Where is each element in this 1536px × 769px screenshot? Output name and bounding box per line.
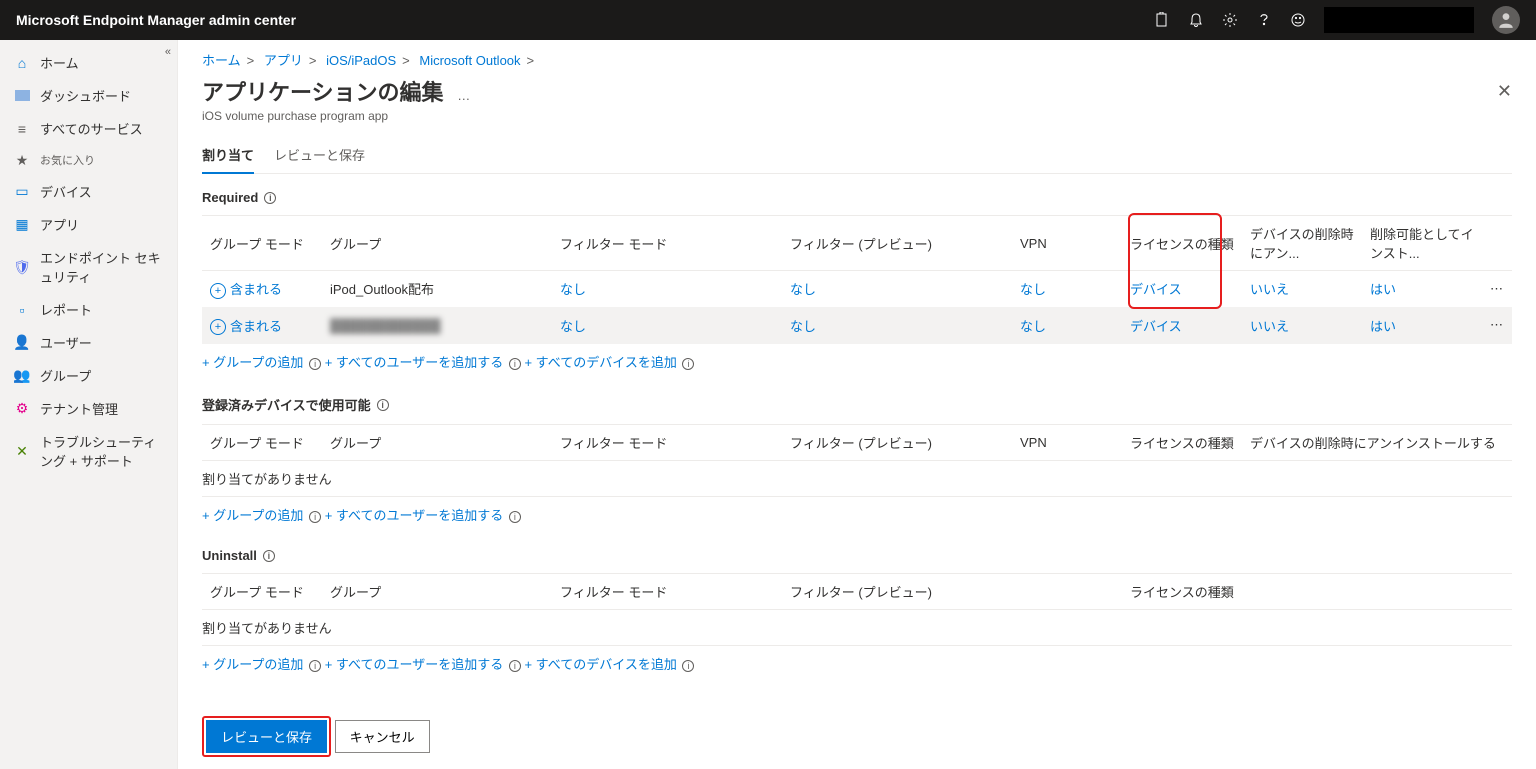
- breadcrumb-apps[interactable]: アプリ: [264, 53, 303, 68]
- topbar-actions: [1154, 6, 1520, 34]
- devices-icon: ▭: [14, 184, 30, 200]
- account-area[interactable]: [1324, 7, 1474, 33]
- sidebar-item-endpoint-security[interactable]: 🛡エンドポイント セキュリティ: [0, 241, 177, 293]
- section-required-title: Required i: [202, 190, 1512, 205]
- info-icon[interactable]: i: [264, 192, 276, 204]
- apps-icon: ▦: [14, 217, 30, 233]
- info-icon[interactable]: i: [509, 660, 521, 672]
- plus-circle-icon[interactable]: +: [210, 283, 226, 299]
- info-icon[interactable]: i: [309, 358, 321, 370]
- tenant-icon: ⚙: [14, 401, 30, 417]
- cancel-button[interactable]: キャンセル: [335, 720, 430, 753]
- tabs: 割り当て レビューと保存: [202, 137, 1512, 174]
- sidebar-item-apps[interactable]: ▦アプリ: [0, 208, 177, 241]
- breadcrumb-home[interactable]: ホーム: [202, 53, 241, 68]
- add-group-link[interactable]: + グループの追加: [202, 355, 303, 370]
- sidebar-item-devices[interactable]: ▭デバイス: [0, 175, 177, 208]
- breadcrumb-ios[interactable]: iOS/iPadOS: [326, 53, 396, 68]
- sidebar-item-users[interactable]: 👤ユーザー: [0, 326, 177, 359]
- info-icon[interactable]: i: [309, 511, 321, 523]
- breadcrumb: ホーム> アプリ> iOS/iPadOS> Microsoft Outlook>: [202, 50, 1512, 69]
- list-icon: ≡: [14, 121, 30, 137]
- section-available-title: 登録済みデバイスで使用可能 i: [202, 395, 1512, 414]
- sidebar-item-favorites[interactable]: ★お気に入り: [0, 145, 177, 175]
- sidebar-item-troubleshoot[interactable]: ✕トラブルシューティング + サポート: [0, 425, 177, 477]
- add-all-devices-link[interactable]: + すべてのデバイスを追加: [524, 657, 676, 672]
- tools-icon: ✕: [14, 443, 30, 459]
- collapse-sidebar-icon[interactable]: «: [165, 46, 171, 58]
- table-row[interactable]: +含まれる iPod_Outlook配布 なし なし なし デバイス いいえ は…: [202, 271, 1512, 308]
- app-title: Microsoft Endpoint Manager admin center: [16, 12, 296, 28]
- add-group-link[interactable]: + グループの追加: [202, 508, 303, 523]
- row-menu-icon[interactable]: ⋯: [1482, 307, 1512, 344]
- gear-icon[interactable]: [1222, 12, 1238, 28]
- users-icon: 👤: [14, 335, 30, 351]
- info-icon[interactable]: i: [509, 358, 521, 370]
- uninstall-links: + グループの追加 i + すべてのユーザーを追加する i + すべてのデバイス…: [202, 654, 1512, 673]
- info-icon[interactable]: i: [309, 660, 321, 672]
- add-all-users-link[interactable]: + すべてのユーザーを追加する: [325, 657, 504, 672]
- bell-icon[interactable]: [1188, 12, 1204, 28]
- info-icon[interactable]: i: [263, 550, 275, 562]
- required-table: グループ モード グループ フィルター モード フィルター (プレビュー) VP…: [202, 215, 1512, 344]
- info-icon[interactable]: i: [682, 660, 694, 672]
- info-icon[interactable]: i: [377, 399, 389, 411]
- info-icon[interactable]: i: [509, 511, 521, 523]
- table-row[interactable]: +含まれる ████████████ なし なし なし デバイス いいえ はい …: [202, 307, 1512, 344]
- clipboard-icon[interactable]: [1154, 12, 1170, 28]
- add-all-devices-link[interactable]: + すべてのデバイスを追加: [524, 355, 676, 370]
- review-save-button[interactable]: レビューと保存: [206, 720, 327, 753]
- close-icon[interactable]: ✕: [1497, 81, 1512, 102]
- required-links: + グループの追加 i + すべてのユーザーを追加する i + すべてのデバイス…: [202, 352, 1512, 371]
- uninstall-empty: 割り当てがありません: [202, 610, 1512, 646]
- page-subtitle: iOS volume purchase program app: [202, 109, 1512, 123]
- avatar[interactable]: [1492, 6, 1520, 34]
- smile-icon[interactable]: [1290, 12, 1306, 28]
- help-icon[interactable]: [1256, 12, 1272, 28]
- info-icon[interactable]: i: [682, 358, 694, 370]
- available-links: + グループの追加 i + すべてのユーザーを追加する i: [202, 505, 1512, 524]
- sidebar-item-all-services[interactable]: ≡すべてのサービス: [0, 112, 177, 145]
- sidebar-item-dashboard[interactable]: ダッシュボード: [0, 79, 177, 112]
- available-empty: 割り当てがありません: [202, 461, 1512, 497]
- shield-icon: 🛡: [14, 259, 30, 275]
- breadcrumb-outlook[interactable]: Microsoft Outlook: [419, 53, 520, 68]
- add-group-link[interactable]: + グループの追加: [202, 657, 303, 672]
- page-title: アプリケーションの編集: [202, 80, 444, 105]
- home-icon: ⌂: [14, 55, 30, 71]
- sidebar-item-home[interactable]: ⌂ホーム: [0, 46, 177, 79]
- groups-icon: 👥: [14, 368, 30, 384]
- dashboard-icon: [14, 88, 30, 104]
- tab-review-save[interactable]: レビューと保存: [274, 137, 365, 173]
- tab-assignments[interactable]: 割り当て: [202, 137, 254, 174]
- section-uninstall-title: Uninstall i: [202, 548, 1512, 563]
- sidebar-item-tenant[interactable]: ⚙テナント管理: [0, 392, 177, 425]
- title-ellipsis[interactable]: …: [457, 88, 470, 103]
- sidebar: « ⌂ホーム ダッシュボード ≡すべてのサービス ★お気に入り ▭デバイス ▦ア…: [0, 40, 178, 769]
- uninstall-table: グループ モード グループ フィルター モード フィルター (プレビュー) ライ…: [202, 573, 1512, 610]
- available-table: グループ モード グループ フィルター モード フィルター (プレビュー) VP…: [202, 424, 1512, 461]
- plus-circle-icon[interactable]: +: [210, 319, 226, 335]
- main-content: ホーム> アプリ> iOS/iPadOS> Microsoft Outlook>…: [178, 40, 1536, 769]
- add-all-users-link[interactable]: + すべてのユーザーを追加する: [325, 508, 504, 523]
- top-bar: Microsoft Endpoint Manager admin center: [0, 0, 1536, 40]
- star-icon: ★: [14, 152, 30, 168]
- reports-icon: ▫: [14, 302, 30, 318]
- sidebar-item-reports[interactable]: ▫レポート: [0, 293, 177, 326]
- footer-bar: レビューと保存 キャンセル: [178, 704, 1536, 769]
- add-all-users-link[interactable]: + すべてのユーザーを追加する: [325, 355, 504, 370]
- row-menu-icon[interactable]: ⋯: [1482, 271, 1512, 308]
- sidebar-item-groups[interactable]: 👥グループ: [0, 359, 177, 392]
